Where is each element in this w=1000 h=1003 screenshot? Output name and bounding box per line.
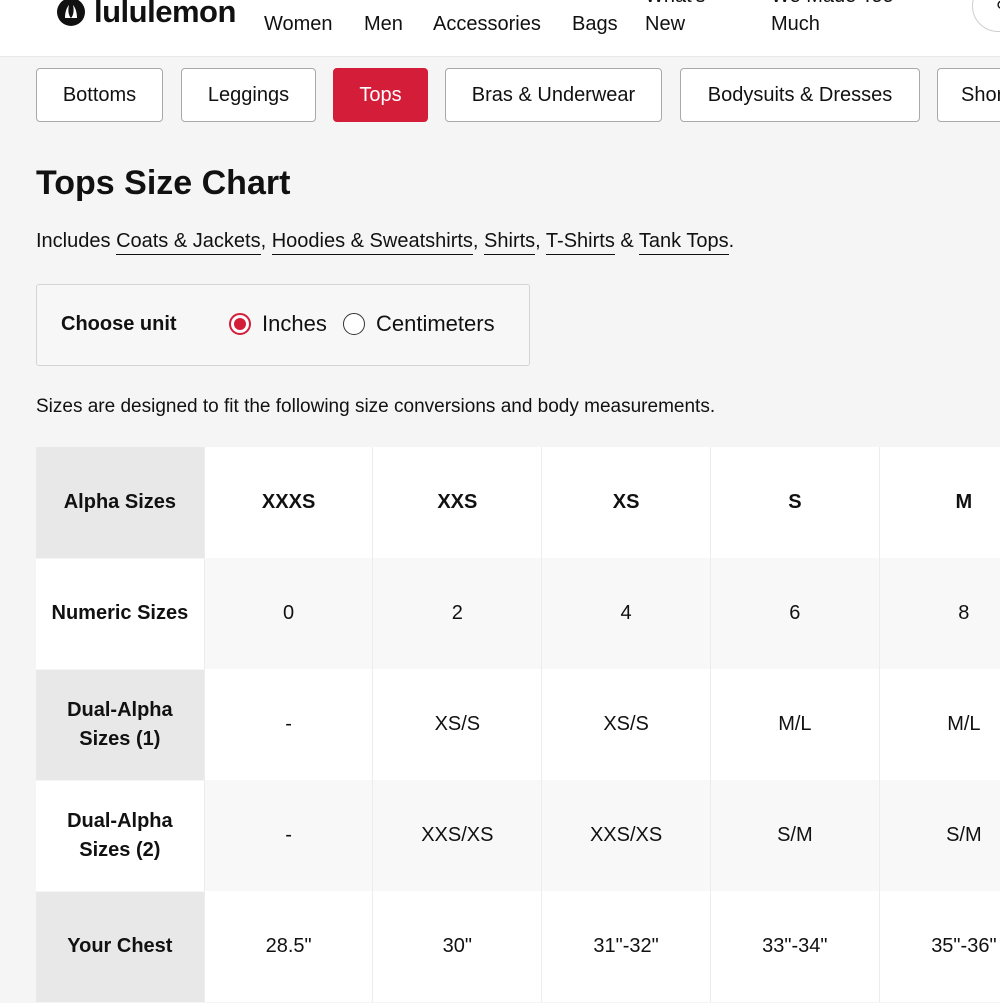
nav-men[interactable]: Men [364,10,403,38]
table-cell: XS [541,447,711,558]
brand-name: lululemon [94,0,236,29]
unit-option-inches[interactable]: Inches [229,311,327,337]
tab-bodysuits-dresses-label: Bodysuits & Dresses [707,83,893,106]
table-cell: M [878,447,1000,558]
tab-leggings[interactable]: Leggings [181,68,316,122]
unit-option-centimeters-label: Centimeters [376,311,495,336]
row-header: Dual-Alpha Sizes (2) [36,780,205,892]
row-header-label: Dual-Alpha Sizes (1) [67,698,173,750]
lululemon-logo-icon [57,0,85,26]
size-chart-table: Alpha Sizes XXXS XXS XS S M Numeric Size… [36,447,1000,1003]
includes-prefix: Includes [36,230,117,252]
tab-bottoms[interactable]: Bottoms [36,68,163,122]
tab-tops[interactable]: Tops [333,68,428,122]
table-cell: XXS/XS [372,780,542,891]
page-title: Tops Size Chart [36,164,291,202]
table-row-dual-alpha-2: Dual-Alpha Sizes (2) - XXS/XS XXS/XS S/M… [36,780,1000,892]
nav-whats-new-line1: What's [645,0,706,10]
table-cell: 33"-34" [709,891,880,1002]
unit-option-centimeters[interactable]: Centimeters [343,311,495,337]
tab-bras-underwear-label: Bras & Underwear [471,83,636,106]
table-cell: M/L [709,669,880,780]
link-tank-tops[interactable]: Tank Tops [638,230,729,255]
table-cell: 6 [709,558,880,669]
tab-shorts[interactable]: Shorts [937,68,1000,122]
link-hoodies-sweatshirts[interactable]: Hoodies & Sweatshirts [271,230,473,255]
nav-we-made-too-much-line2: Much [771,13,820,35]
table-cell: S [709,447,880,558]
search-icon: ⚲ [996,0,1000,17]
nav-whats-new-line2: New [645,13,686,35]
includes-separator: , [260,230,272,252]
nav-accessories[interactable]: Accessories [433,10,541,38]
size-description: Sizes are designed to fit the following … [36,396,716,417]
search-button[interactable]: ⚲ [972,0,1000,32]
top-nav: lululemon Women Men Accessories Bags Wha… [0,0,1000,57]
table-cell: M/L [878,669,1000,780]
table-row-alpha-sizes: Alpha Sizes XXXS XXS XS S M [36,447,1000,559]
row-header: Alpha Sizes [36,447,205,559]
radio-centimeters[interactable] [343,313,365,335]
link-t-shirts[interactable]: T-Shirts [545,230,615,255]
link-coats-jackets[interactable]: Coats & Jackets [116,230,261,255]
includes-separator: , [535,230,546,252]
includes-period: . [728,230,735,252]
includes-line: Includes Coats & Jackets, Hoodies & Swea… [36,230,735,255]
table-cell: - [203,669,373,780]
table-cell: 4 [541,558,711,669]
tab-bodysuits-dresses[interactable]: Bodysuits & Dresses [680,68,920,122]
unit-option-inches-label: Inches [262,311,327,336]
table-cell: 35"-36" [878,891,1000,1002]
table-cell: 30" [372,891,542,1002]
table-cell: 28.5" [203,891,373,1002]
table-row-dual-alpha-1: Dual-Alpha Sizes (1) - XS/S XS/S M/L M/L [36,669,1000,781]
includes-separator: , [472,230,485,252]
table-cell: XS/S [541,669,711,780]
table-cell: XXS [372,447,542,558]
row-header: Numeric Sizes [36,558,205,670]
brand-logo[interactable]: lululemon [56,0,236,30]
table-cell: 8 [878,558,1000,669]
row-header-label: Dual-Alpha Sizes (2) [67,809,173,861]
tab-shorts-label: Shorts [961,83,1000,106]
nav-women[interactable]: Women [264,10,333,38]
includes-separator: & [614,230,639,252]
row-header: Dual-Alpha Sizes (1) [36,669,205,781]
link-shirts[interactable]: Shirts [484,230,536,255]
tab-leggings-label: Leggings [207,83,290,106]
table-row-your-chest: Your Chest 28.5" 30" 31"-32" 33"-34" 35"… [36,891,1000,1003]
tab-tops-label: Tops [359,83,402,106]
tab-bras-underwear[interactable]: Bras & Underwear [445,68,662,122]
table-cell: 31"-32" [541,891,711,1002]
nav-bags[interactable]: Bags [572,10,618,38]
table-cell: 0 [203,558,373,669]
table-row-numeric-sizes: Numeric Sizes 0 2 4 6 8 [36,558,1000,670]
table-cell: XS/S [372,669,542,780]
table-cell: S/M [709,780,880,891]
table-cell: XXXS [203,447,373,558]
table-cell: 2 [372,558,542,669]
row-header: Your Chest [36,891,205,1003]
tab-bottoms-label: Bottoms [62,83,137,106]
table-cell: S/M [878,780,1000,891]
table-cell: - [203,780,373,891]
unit-label: Choose unit [61,313,177,335]
nav-we-made-too-much-line1: We Made Too [771,0,894,10]
table-cell: XXS/XS [541,780,711,891]
radio-inches[interactable] [229,313,251,335]
unit-chooser: Choose unit Inches Centimeters [36,284,530,366]
